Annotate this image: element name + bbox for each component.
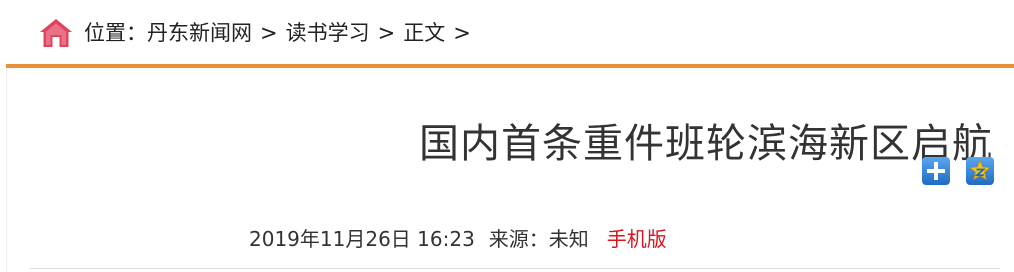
- qzone-share-icon[interactable]: [965, 156, 995, 186]
- mobile-version-link[interactable]: 手机版: [607, 227, 667, 251]
- article-datetime: 2019年11月26日 16:23: [249, 227, 475, 251]
- article-meta: 2019年11月26日 16:23 来源：未知 手机版: [249, 225, 667, 253]
- article-title: 国内首条重件班轮滨海新区启航: [419, 121, 993, 167]
- breadcrumb-item-home[interactable]: 丹东新闻网: [147, 19, 252, 47]
- breadcrumb-label: 位置：: [84, 21, 147, 45]
- meta-divider: [30, 268, 1000, 269]
- article-header: 国内首条重件班轮滨海新区启航 2019年11月26日 16:23 来源：未知 手机版: [6, 68, 1014, 272]
- breadcrumb-separator: >: [377, 21, 396, 45]
- plus-share-icon[interactable]: [921, 156, 951, 186]
- source-label: 来源：: [488, 227, 549, 251]
- source-value: 未知: [548, 227, 589, 251]
- breadcrumb-item-reading[interactable]: 读书学习: [286, 19, 370, 47]
- breadcrumb-separator: >: [453, 21, 471, 45]
- breadcrumb-item-article[interactable]: 正文: [403, 19, 445, 47]
- breadcrumb-separator: >: [260, 21, 278, 45]
- home-icon[interactable]: [38, 17, 74, 49]
- breadcrumb: 位置：丹东新闻网 > 读书学习 > 正文 >: [0, 0, 1014, 66]
- breadcrumb-trail: 位置：丹东新闻网 > 读书学习 > 正文 >: [84, 19, 479, 47]
- share-toolbar: [921, 156, 995, 186]
